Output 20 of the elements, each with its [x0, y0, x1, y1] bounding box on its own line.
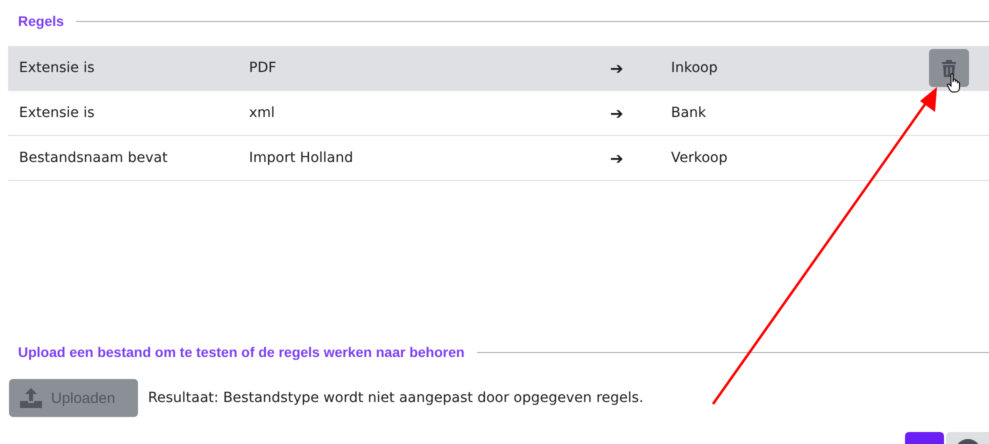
value-text: xml [249, 105, 276, 121]
section-title: Upload een bestand om te testen of de regels werken naar behoren [18, 344, 465, 360]
condition-text: Extensie is [18, 105, 96, 121]
arrow-glyph: ➔ [609, 148, 624, 168]
section-title: Regels [18, 13, 64, 29]
target-text: Bank [671, 105, 708, 121]
result-text: Resultaat: Bestandstype wordt niet aangepast door opgegeven regels. [148, 390, 644, 406]
rule-row[interactable]: Bestandsnaam bevat Import Holland ➔ Verkoop [8, 136, 989, 181]
condition-text: Bestandsnaam bevat [18, 150, 169, 166]
upload-icon [19, 387, 43, 409]
value-text: PDF [249, 60, 278, 76]
value-text: Import Holland [249, 150, 354, 166]
arrow-glyph: ➔ [609, 104, 624, 122]
trash-icon [941, 59, 957, 77]
target-text: Inkoop [671, 60, 719, 76]
rule-row[interactable]: Extensie is PDF ➔ Inkoop [8, 46, 989, 91]
hand-cursor-icon [947, 73, 961, 93]
target-text: Verkoop [671, 150, 728, 166]
condition-text: Extensie is [18, 60, 96, 76]
arrow-glyph: ➔ [609, 58, 624, 78]
